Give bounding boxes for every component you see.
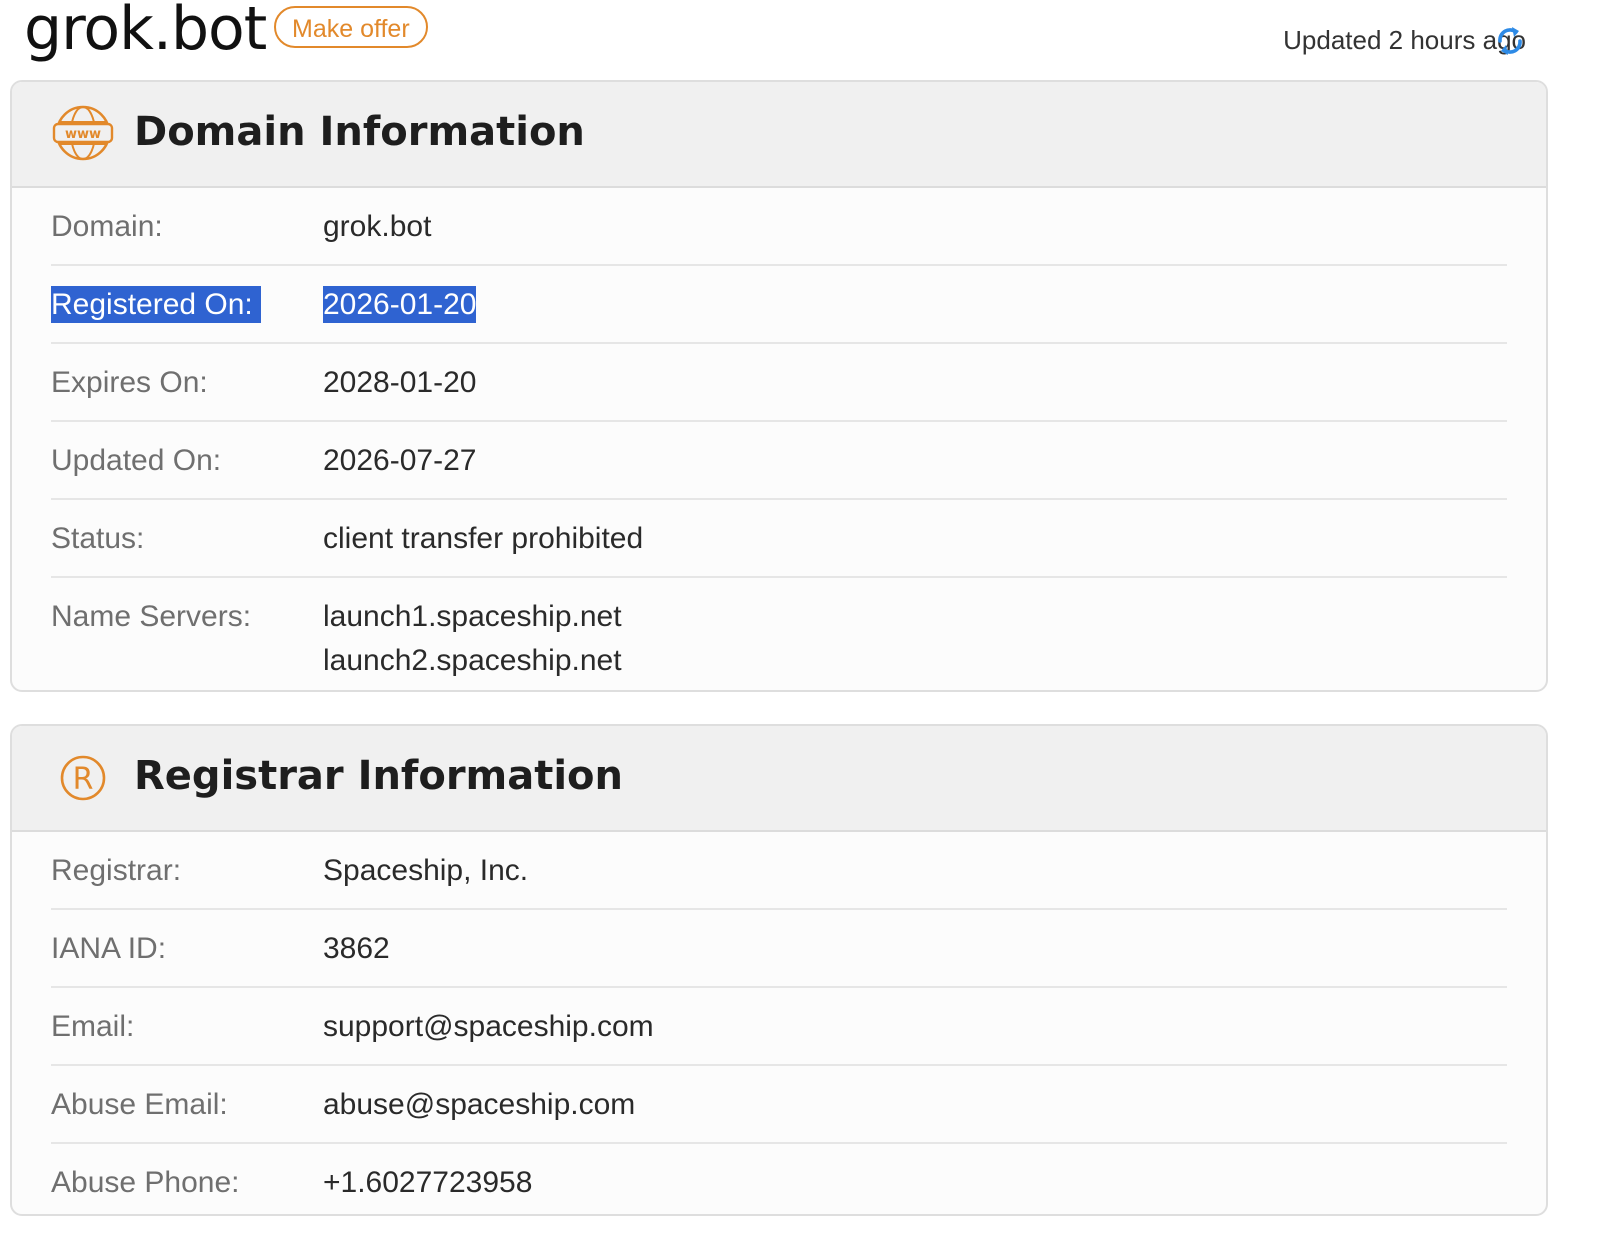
row-label: Updated On: (51, 444, 222, 477)
row-value: 2028-01-20 (323, 366, 477, 399)
info-row-registrar: Registrar: Spaceship, Inc. (51, 832, 1507, 910)
name-server: launch2.spaceship.net (323, 644, 622, 677)
row-label: Registrar: (51, 854, 182, 887)
info-row-expires-on: Expires On: 2028-01-20 (51, 344, 1507, 422)
svg-text:www: www (65, 127, 101, 142)
page-header: grok.bot Make offer Updated 2 hours ago (0, 0, 1610, 80)
row-value: Spaceship, Inc. (323, 854, 529, 887)
make-offer-button[interactable]: Make offer (274, 6, 428, 48)
row-value: abuse@spaceship.com (323, 1088, 636, 1121)
row-value-selected: 2026-01-20 (323, 286, 477, 323)
refresh-icon[interactable] (1492, 22, 1528, 60)
info-row-name-servers: Name Servers: launch1.spaceship.net laun… (51, 578, 1507, 690)
row-value: grok.bot (323, 210, 432, 243)
info-row-registered-on: Registered On: 2026-01-20 (51, 266, 1507, 344)
row-label: IANA ID: (51, 932, 167, 965)
registered-icon: R (60, 755, 106, 801)
registrar-information-title: Registrar Information (134, 753, 624, 799)
row-label: Status: (51, 522, 145, 555)
registrar-information-card: R Registrar Information Registrar: Space… (10, 724, 1548, 1216)
info-row-email: Email: support@spaceship.com (51, 988, 1507, 1066)
domain-title: grok.bot (24, 0, 267, 64)
row-value: client transfer prohibited (323, 522, 644, 555)
name-servers-list: launch1.spaceship.net launch2.spaceship.… (323, 595, 622, 683)
domain-information-title: Domain Information (134, 109, 585, 155)
info-row-status: Status: client transfer prohibited (51, 500, 1507, 578)
row-label-selected: Registered On: (51, 286, 261, 323)
info-row-iana-id: IANA ID: 3862 (51, 910, 1507, 988)
info-row-abuse-phone: Abuse Phone: +1.6027723958 (51, 1144, 1507, 1214)
row-value: 3862 (323, 932, 390, 965)
www-globe-icon: www (52, 105, 114, 161)
registrar-information-header: R Registrar Information (12, 726, 1546, 832)
row-label: Domain: (51, 210, 163, 243)
row-label: Email: (51, 1010, 135, 1043)
row-label: Abuse Phone: (51, 1166, 240, 1199)
row-label: Name Servers: (51, 600, 252, 633)
row-value: 2026-07-27 (323, 444, 477, 477)
row-value: +1.6027723958 (323, 1166, 533, 1199)
row-value: support@spaceship.com (323, 1010, 654, 1043)
svg-text:R: R (73, 762, 94, 797)
info-row-abuse-email: Abuse Email: abuse@spaceship.com (51, 1066, 1507, 1144)
name-server: launch1.spaceship.net (323, 600, 622, 633)
row-label: Expires On: (51, 366, 208, 399)
domain-information-header: www Domain Information (12, 82, 1546, 188)
info-row-domain: Domain: grok.bot (51, 188, 1507, 266)
domain-information-card: www Domain Information Domain: grok.bot … (10, 80, 1548, 692)
updated-timestamp: Updated 2 hours ago (1283, 25, 1526, 55)
info-row-updated-on: Updated On: 2026-07-27 (51, 422, 1507, 500)
row-label: Abuse Email: (51, 1088, 228, 1121)
